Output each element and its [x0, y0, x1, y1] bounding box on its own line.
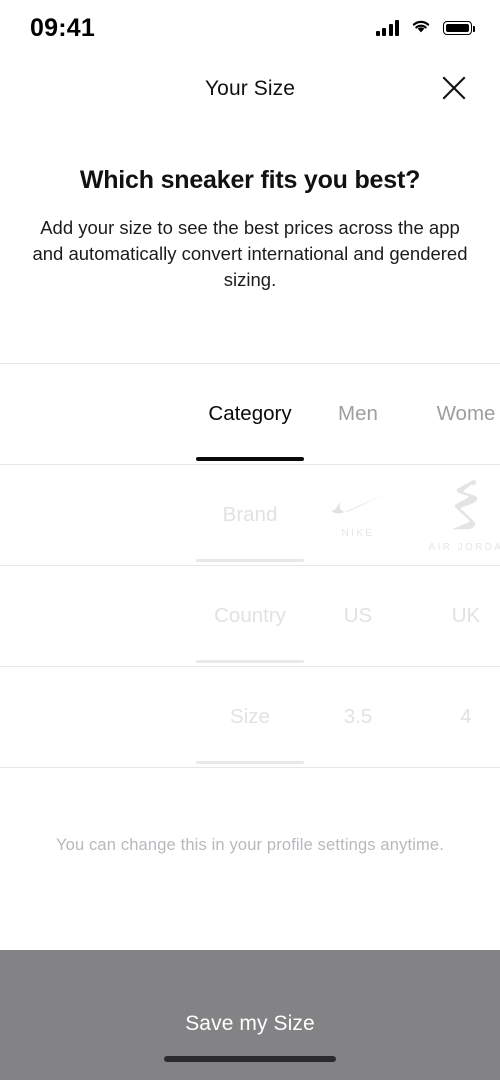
tab-women-label: Wome [436, 402, 496, 425]
country-option-us[interactable]: US [304, 566, 412, 666]
signal-bars-icon [375, 20, 399, 36]
wifi-icon [410, 18, 432, 39]
brand-caption-air-jordan: AIR JORDA [428, 541, 500, 553]
picker-row-country-columns: Country US UK [196, 566, 500, 666]
intro-heading: Which sneaker fits you best? [79, 166, 421, 194]
country-option-uk-label: UK [451, 604, 481, 627]
nike-swoosh-logo [329, 492, 387, 521]
close-button[interactable] [434, 69, 474, 109]
home-indicator [164, 1056, 336, 1062]
intro-description: Add your size to see the best prices acr… [32, 217, 468, 290]
size-picker: Category Men Wome Brand NIKE AIR JORDA C… [0, 363, 500, 768]
tab-women[interactable]: Wome [412, 364, 500, 464]
picker-row-country[interactable]: Country US UK [0, 566, 500, 666]
picker-row-brand-columns: Brand NIKE AIR JORDA [196, 465, 500, 565]
divider [0, 767, 500, 768]
status-bar: 09:41 [0, 0, 500, 56]
status-bar-icons [375, 18, 475, 39]
country-option-uk[interactable]: UK [412, 566, 500, 666]
active-tab-indicator [196, 457, 304, 461]
brand-caption-nike: NIKE [341, 527, 375, 539]
picker-row-size[interactable]: Size 3.5 4 [0, 667, 500, 767]
country-label: Country [214, 604, 286, 627]
picker-row-category-columns: Category Men Wome [196, 364, 500, 464]
save-my-size-label: Save my Size [185, 1012, 315, 1035]
close-icon [441, 75, 467, 104]
settings-note: You can change this in your profile sett… [56, 836, 444, 854]
brand-option-air-jordan[interactable]: AIR JORDA [412, 465, 500, 565]
status-bar-time: 09:41 [30, 13, 95, 42]
brand-label-cell[interactable]: Brand [196, 465, 304, 565]
page-title: Your Size [204, 77, 296, 100]
tab-category[interactable]: Category [196, 364, 304, 464]
modal-header: Your Size [0, 60, 500, 118]
size-option-3-5[interactable]: 3.5 [304, 667, 412, 767]
size-label: Size [230, 705, 270, 728]
size-option-4[interactable]: 4 [412, 667, 500, 767]
tab-men[interactable]: Men [304, 364, 412, 464]
your-size-screen: 09:41 Your Size Which sneaker fits you b… [0, 0, 500, 1080]
intro-section: Which sneaker fits you best? Add your si… [0, 166, 500, 293]
tab-category-label: Category [208, 402, 292, 425]
air-jordan-jumpman-logo [442, 478, 490, 535]
battery-full-icon [443, 21, 475, 35]
size-option-4-label: 4 [460, 705, 472, 728]
tab-men-label: Men [338, 402, 378, 425]
size-option-3-5-label: 3.5 [343, 705, 373, 728]
picker-row-category[interactable]: Category Men Wome [0, 364, 500, 464]
picker-row-brand[interactable]: Brand NIKE AIR JORDA [0, 465, 500, 565]
picker-row-size-columns: Size 3.5 4 [196, 667, 500, 767]
brand-row-indicator [196, 559, 304, 562]
brand-label: Brand [222, 503, 278, 526]
country-label-cell[interactable]: Country [196, 566, 304, 666]
brand-option-nike[interactable]: NIKE [304, 465, 412, 565]
country-option-us-label: US [343, 604, 373, 627]
country-row-indicator [196, 660, 304, 663]
size-row-indicator [196, 761, 304, 764]
size-label-cell[interactable]: Size [196, 667, 304, 767]
